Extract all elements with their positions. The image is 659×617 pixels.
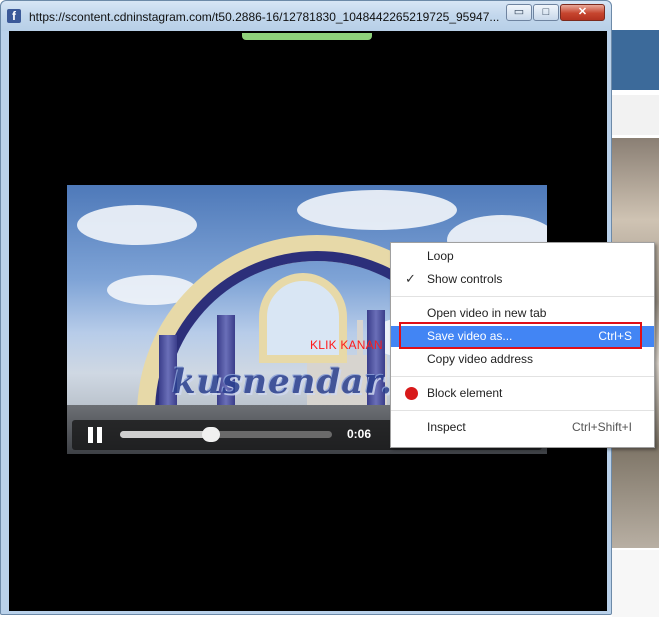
menu-item-label: Inspect [427, 420, 466, 434]
facebook-icon: f [7, 9, 21, 23]
menu-item-label: Block element [427, 386, 503, 400]
menu-item-label: Loop [427, 249, 454, 263]
menu-separator [391, 376, 654, 377]
menu-item-copy-address[interactable]: Copy video address [391, 349, 654, 370]
cloud-image [77, 205, 197, 245]
maximize-button[interactable]: □ [533, 4, 559, 21]
menu-item-loop[interactable]: Loop [391, 246, 654, 267]
menu-item-open-video[interactable]: Open video in new tab [391, 303, 654, 324]
cloud-image [297, 190, 457, 230]
loading-indicator [242, 33, 372, 40]
current-time: 0:06 [347, 427, 372, 441]
menu-item-show-controls[interactable]: ✓ Show controls [391, 269, 654, 290]
adblock-icon [405, 387, 418, 400]
window-url: https://scontent.cdninstagram.com/t50.28… [29, 10, 500, 24]
menu-item-block-element[interactable]: Block element [391, 383, 654, 404]
background-footer [612, 550, 659, 617]
menu-item-inspect[interactable]: Inspect Ctrl+Shift+I [391, 417, 654, 438]
seek-bar-fill [120, 431, 212, 438]
menu-separator [391, 410, 654, 411]
close-button[interactable]: ✕ [560, 4, 605, 21]
pause-icon[interactable] [88, 427, 104, 443]
minimize-button[interactable]: ▭ [506, 4, 532, 21]
menu-item-label: Show controls [427, 272, 503, 286]
menu-item-shortcut: Ctrl+Shift+I [571, 420, 632, 434]
annotation-highlight-box [399, 322, 642, 349]
seek-handle[interactable] [202, 427, 221, 442]
background-panel [612, 95, 659, 135]
checkmark-icon: ✓ [405, 271, 416, 286]
annotation-text: KLIK KANAN [310, 338, 383, 352]
background-header [612, 30, 659, 90]
menu-item-label: Copy video address [427, 352, 534, 366]
seek-bar[interactable] [120, 427, 332, 442]
menu-separator [391, 296, 654, 297]
title-bar[interactable]: f https://scontent.cdninstagram.com/t50.… [1, 1, 611, 31]
menu-item-label: Open video in new tab [427, 306, 547, 320]
